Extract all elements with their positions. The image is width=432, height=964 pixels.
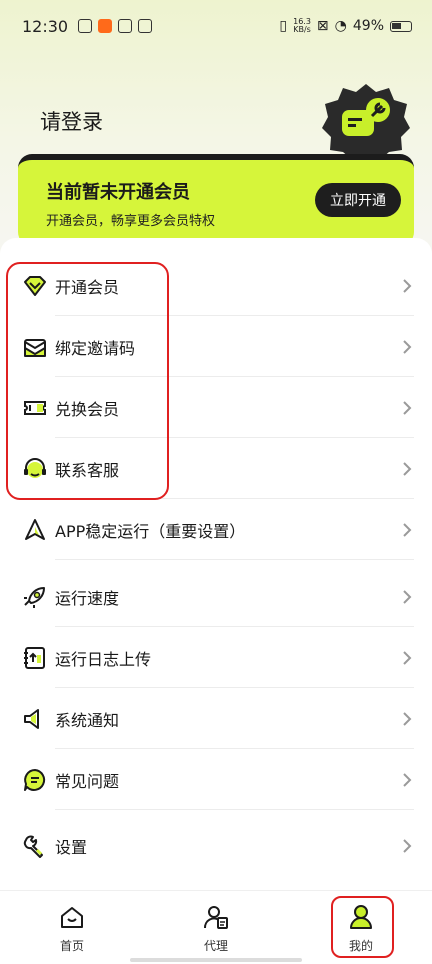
login-prompt[interactable]: 请登录 [40, 106, 103, 136]
menu-item-bind-invite-code[interactable]: 绑定邀请码 [0, 317, 432, 377]
menu-item-label: 兑换会员 [55, 400, 120, 419]
chevron-right-icon [403, 401, 412, 415]
menu-item-label: 绑定邀请码 [55, 339, 136, 358]
menu-item-faq[interactable]: 常见问题 [0, 750, 432, 810]
vip-banner-title: 当前暂未开通会员 [46, 182, 190, 203]
net-speed-unit: KB/s [293, 25, 311, 34]
menu-item-label: 系统通知 [55, 711, 120, 730]
divider [55, 559, 414, 560]
chevron-right-icon [403, 773, 412, 787]
menu-item-label: 运行日志上传 [55, 650, 152, 669]
menu-item-log-upload[interactable]: 运行日志上传 [0, 628, 432, 688]
envelope-icon [24, 339, 46, 357]
battery-icon [390, 20, 412, 32]
app-notification-icon [78, 19, 93, 33]
menu-item-label: 开通会员 [55, 278, 120, 297]
profile-icon [350, 905, 372, 929]
ticket-icon [24, 401, 46, 415]
divider [55, 626, 414, 627]
notification-icons [78, 19, 153, 33]
chevron-right-icon [403, 340, 412, 354]
divider [55, 498, 414, 499]
home-icon [61, 907, 83, 928]
chevron-right-icon [403, 462, 412, 476]
rocket-launch-icon [25, 519, 45, 540]
chevron-right-icon [403, 712, 412, 726]
divider [55, 809, 414, 810]
service-badge-icon[interactable] [322, 82, 410, 158]
chevron-right-icon [403, 651, 412, 665]
agent-icon [204, 906, 228, 929]
speaker-icon [24, 709, 39, 729]
bottom-nav: 首页 代理 我的 [0, 890, 432, 964]
vibrate-icon: ▯ [279, 18, 288, 34]
divider [55, 437, 414, 438]
divider [55, 315, 414, 316]
tab-label: 代理 [203, 939, 228, 953]
divider [55, 376, 414, 377]
tab-mine[interactable]: 我的 [311, 891, 411, 964]
menu-item-app-stability[interactable]: APP稳定运行（重要设置） [0, 500, 432, 560]
chevron-right-icon [403, 590, 412, 604]
vip-banner[interactable]: 当前暂未开通会员 开通会员，畅享更多会员特权 立即开通 [18, 154, 414, 246]
diamond-icon [24, 276, 46, 296]
sim-icon: ⊠ [316, 18, 329, 34]
tab-label: 首页 [59, 939, 84, 953]
divider [55, 748, 414, 749]
app-notification-icon [138, 19, 153, 33]
menu-item-label: 设置 [55, 838, 88, 857]
chevron-right-icon [403, 523, 412, 537]
chevron-right-icon [403, 279, 412, 293]
tab-label: 我的 [348, 939, 373, 953]
menu-item-label: 运行速度 [55, 589, 120, 608]
wrench-icon [23, 835, 43, 858]
menu-item-settings[interactable]: 设置 [0, 816, 432, 876]
menu-item-contact-support[interactable]: 联系客服 [0, 439, 432, 499]
battery-percent: 49% [352, 18, 384, 34]
faq-icon [24, 769, 46, 791]
system-status: ▯ 16.3 KB/s ⊠ ◔ 49% [279, 18, 412, 34]
net-speed: 16.3 KB/s [293, 18, 311, 34]
menu-item-run-speed[interactable]: 运行速度 [0, 567, 432, 627]
status-time: 12:30 [22, 16, 69, 36]
log-upload-icon [24, 647, 45, 669]
app-notification-icon [118, 19, 133, 33]
tab-home[interactable]: 首页 [22, 891, 122, 964]
tab-agent[interactable]: 代理 [166, 891, 266, 964]
rocket-icon [24, 587, 45, 608]
headset-icon [24, 458, 46, 478]
menu-item-open-vip[interactable]: 开通会员 [0, 256, 432, 316]
divider [55, 687, 414, 688]
status-bar: 12:30 ▯ 16.3 KB/s ⊠ ◔ 49% [0, 0, 432, 52]
chevron-right-icon [403, 839, 412, 853]
activate-vip-button[interactable]: 立即开通 [315, 183, 401, 217]
vip-banner-subtitle: 开通会员，畅享更多会员特权 [46, 214, 216, 229]
menu-item-label: APP稳定运行（重要设置） [55, 522, 246, 541]
home-indicator[interactable] [130, 958, 302, 962]
menu-item-system-notice[interactable]: 系统通知 [0, 689, 432, 749]
menu-panel: 开通会员 绑定邀请码 兑换会员 联系客服 APP稳定运行（重要设置） 运行速度 … [0, 238, 432, 890]
menu-item-label: 联系客服 [55, 461, 120, 480]
menu-item-redeem-vip[interactable]: 兑换会员 [0, 378, 432, 438]
app-notification-icon [98, 19, 113, 33]
wifi-icon: ◔ [334, 18, 347, 34]
menu-item-label: 常见问题 [55, 772, 120, 791]
